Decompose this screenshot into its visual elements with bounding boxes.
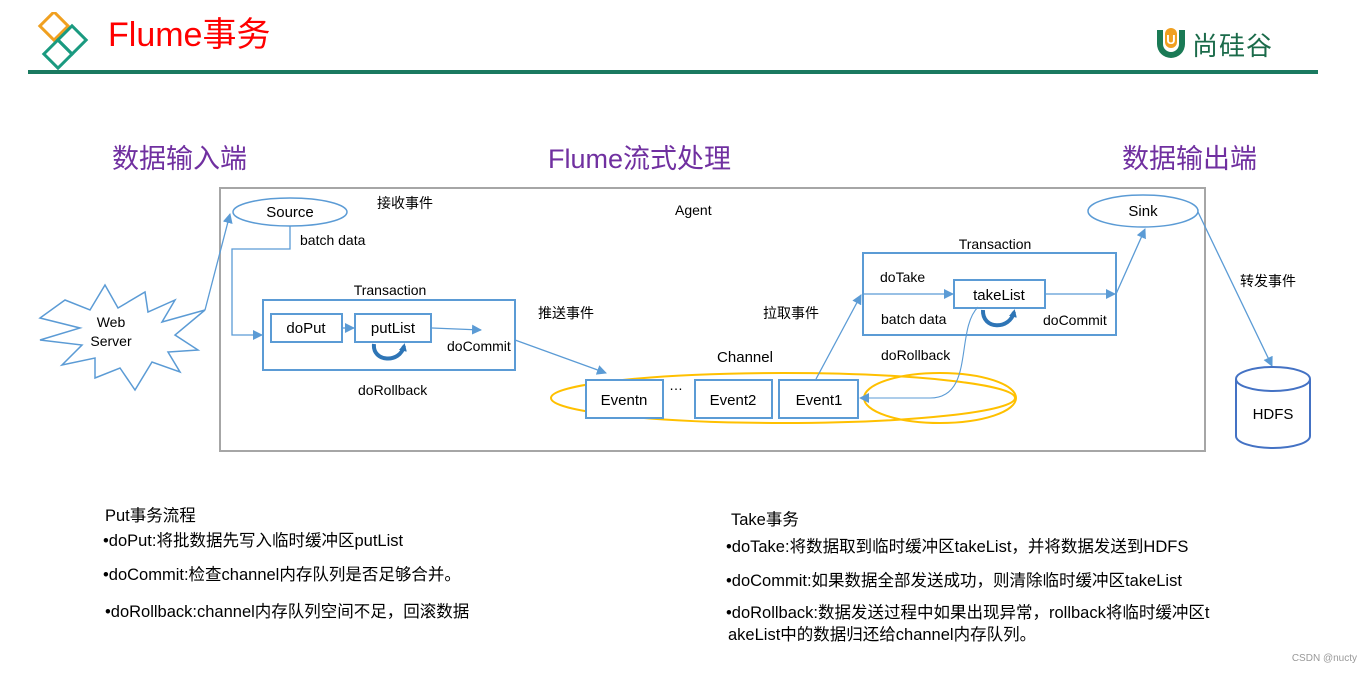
- web-server-label-line1: Web: [97, 314, 126, 330]
- watermark: CSDN @nucty: [1291, 653, 1357, 664]
- hdfs-label: HDFS: [1253, 406, 1294, 423]
- take-do-rollback-label: doRollback: [881, 347, 951, 363]
- receive-event-label: 接收事件: [377, 195, 433, 211]
- arrow-sink-to-hdfs: [1197, 211, 1273, 367]
- take-list-label: takeList: [973, 287, 1026, 304]
- take-note-dorollback-line1: •doRollback:数据发送过程中如果出现异常，rollback将临时缓冲区…: [726, 604, 1210, 622]
- take-notes-heading: Take事务: [731, 511, 799, 529]
- sink-label: Sink: [1128, 203, 1158, 220]
- take-do-commit-label: doCommit: [1043, 312, 1107, 328]
- channel-event-n-label: Eventn: [601, 392, 648, 409]
- web-server-label-line2: Server: [90, 333, 132, 349]
- pull-event-label: 拉取事件: [763, 305, 819, 321]
- put-notes-heading: Put事务流程: [105, 507, 196, 525]
- put-do-rollback-label: doRollback: [358, 382, 428, 398]
- agent-label: Agent: [675, 202, 712, 218]
- forward-event-label: 转发事件: [1240, 273, 1296, 289]
- put-list-label: putList: [371, 320, 416, 337]
- take-transaction-title: Transaction: [959, 236, 1032, 252]
- arrow-take-to-sink: [1115, 228, 1146, 295]
- put-note-dorollback: •doRollback:channel内存队列空间不足，回滚数据: [105, 603, 470, 621]
- push-event-label: 推送事件: [538, 305, 594, 321]
- do-put-label: doPut: [286, 320, 326, 337]
- put-do-commit-label: doCommit: [447, 338, 511, 354]
- take-note-dotake: •doTake:将数据取到临时缓冲区takeList，并将数据发送到HDFS: [726, 538, 1189, 556]
- take-batch-data-label: batch data: [881, 311, 947, 327]
- channel-title: Channel: [717, 349, 773, 366]
- take-note-dorollback-line2: akeList中的数据归还给channel内存队列。: [728, 626, 1037, 644]
- batch-data-source-label: batch data: [300, 232, 366, 248]
- do-take-label: doTake: [880, 269, 925, 285]
- arrow-putlist-commit: [431, 324, 482, 335]
- arrow-webserver-to-source: [204, 213, 233, 311]
- channel-ellipsis: …: [669, 377, 683, 393]
- take-note-docommit: •doCommit:如果数据全部发送成功，则清除临时缓冲区takeList: [726, 572, 1182, 590]
- source-label: Source: [266, 204, 314, 221]
- channel-event-2-label: Event2: [710, 392, 757, 409]
- put-loop-arrow-icon: [371, 343, 407, 361]
- channel-event-1-label: Event1: [796, 392, 843, 409]
- put-transaction-title: Transaction: [354, 282, 427, 298]
- put-note-doput: •doPut:将批数据先写入临时缓冲区putList: [103, 532, 404, 550]
- put-note-docommit: •doCommit:检查channel内存队列是否足够合并。: [103, 566, 461, 584]
- take-loop-arrow-icon: [980, 309, 1017, 328]
- arrow-commit-to-channel: [514, 339, 607, 375]
- arrow-event1-to-take-transaction: [815, 294, 862, 380]
